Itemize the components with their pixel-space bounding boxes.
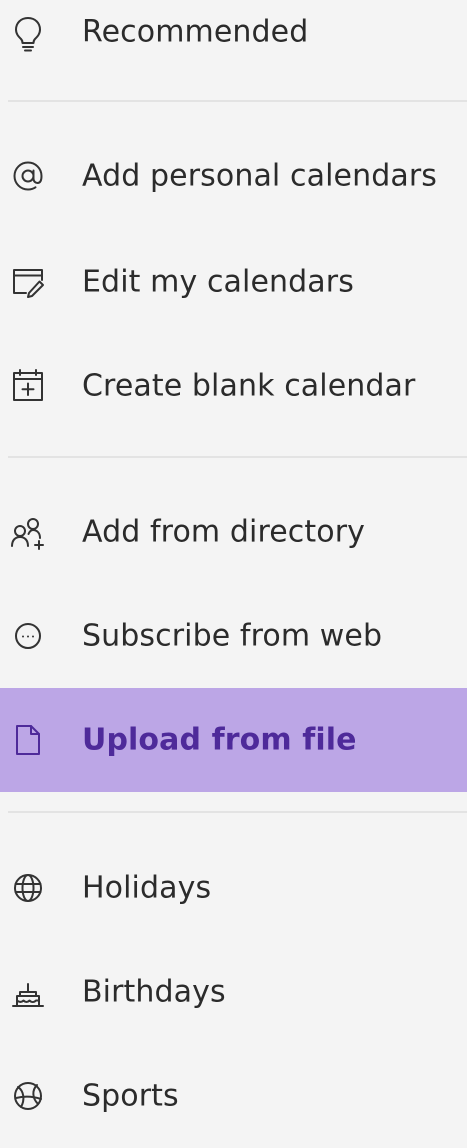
- cake-icon: [6, 970, 50, 1014]
- menu-item-label: Subscribe from web: [82, 618, 383, 654]
- add-calendar-icon: [6, 364, 50, 408]
- divider: [8, 811, 467, 813]
- menu-item-create-blank-calendar[interactable]: Create blank calendar: [0, 334, 467, 438]
- menu-item-subscribe-from-web[interactable]: Subscribe from web: [0, 584, 467, 688]
- ellipsis-circle-icon: [6, 614, 50, 658]
- menu-item-add-from-directory[interactable]: Add from directory: [0, 480, 467, 584]
- menu-item-edit-my-calendars[interactable]: Edit my calendars: [0, 230, 467, 334]
- menu-item-label: Add personal calendars: [82, 158, 437, 194]
- at-sign-icon: [6, 154, 50, 198]
- divider: [8, 456, 467, 458]
- menu-item-add-personal-calendars[interactable]: Add personal calendars: [0, 124, 467, 228]
- menu-item-label: Add from directory: [82, 514, 365, 550]
- menu-item-label: Sports: [82, 1078, 179, 1114]
- globe-icon: [6, 866, 50, 910]
- menu-item-recommended[interactable]: Recommended: [0, 0, 467, 84]
- menu-item-label: Create blank calendar: [82, 368, 416, 404]
- document-icon: [6, 718, 50, 762]
- menu-item-upload-from-file[interactable]: Upload from file: [0, 688, 467, 792]
- menu-item-holidays[interactable]: Holidays: [0, 836, 467, 940]
- menu-item-label: Recommended: [82, 14, 309, 50]
- menu-item-birthdays[interactable]: Birthdays: [0, 940, 467, 1044]
- people-add-icon: [6, 510, 50, 554]
- lightbulb-icon: [6, 10, 50, 54]
- divider: [8, 100, 467, 102]
- sports-ball-icon: [6, 1074, 50, 1118]
- menu-item-label: Birthdays: [82, 974, 226, 1010]
- menu-item-label: Edit my calendars: [82, 264, 354, 300]
- menu-item-label: Holidays: [82, 870, 212, 906]
- menu-item-label: Upload from file: [82, 722, 357, 758]
- menu-item-sports[interactable]: Sports: [0, 1044, 467, 1148]
- edit-calendar-icon: [6, 260, 50, 304]
